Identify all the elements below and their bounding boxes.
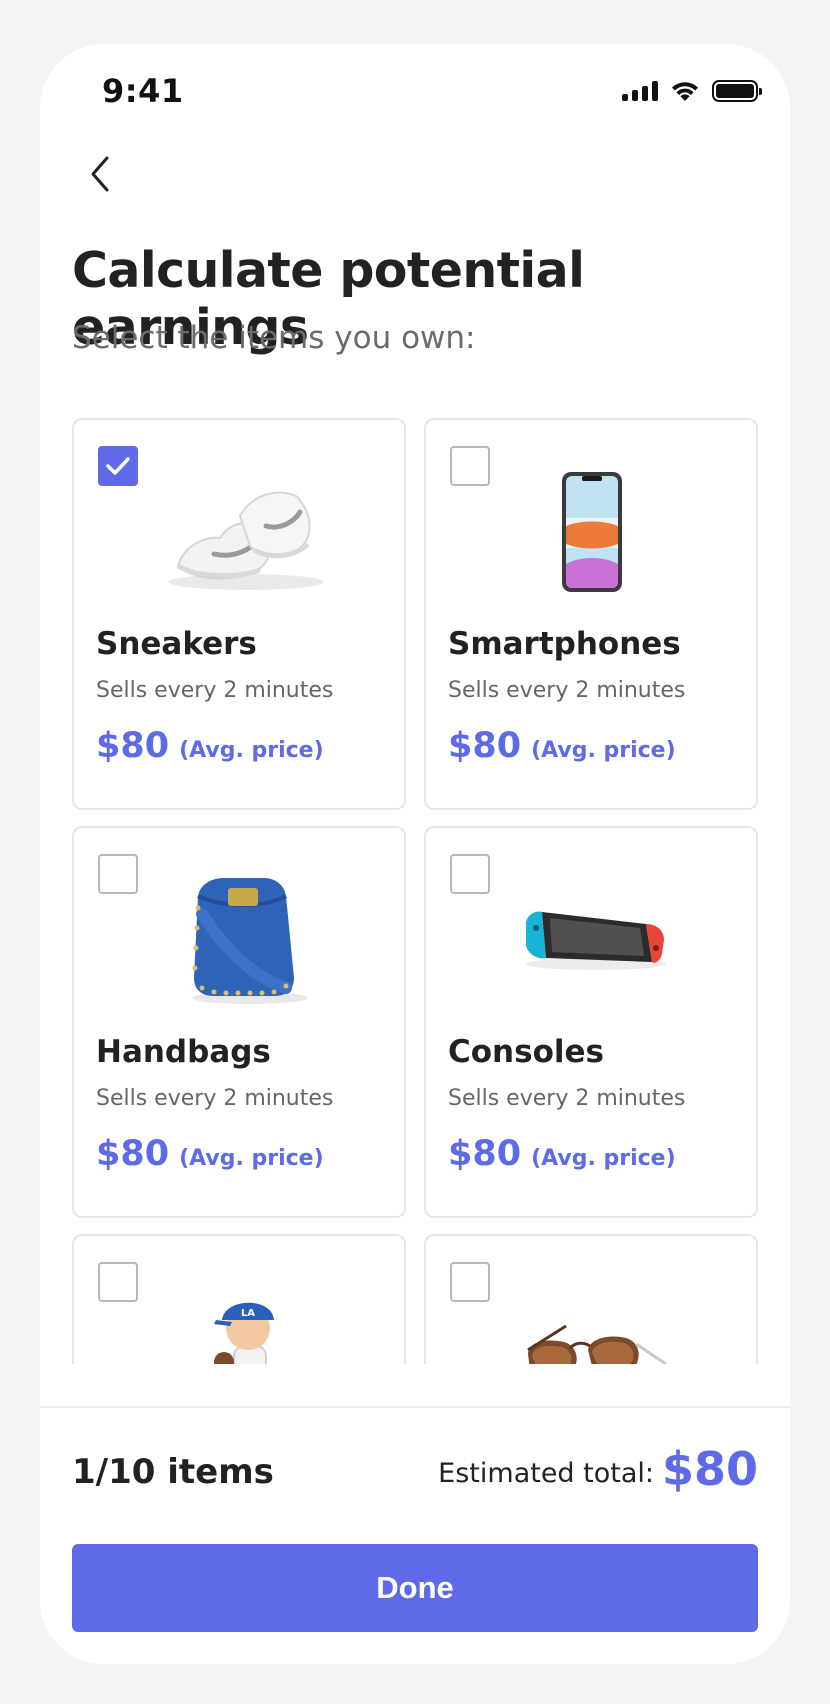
item-price: $80 (Avg. price) — [448, 726, 676, 766]
item-sell-rate: Sells every 2 minutes — [448, 678, 686, 703]
item-checkbox[interactable] — [98, 854, 138, 894]
item-checkbox[interactable] — [450, 854, 490, 894]
sneakers-image — [168, 491, 324, 590]
checkmark-icon — [106, 457, 130, 475]
done-button[interactable]: Done — [72, 1544, 758, 1632]
bobblehead-figure-image: LA — [214, 1302, 274, 1364]
console-image — [526, 911, 666, 970]
item-price: $80 (Avg. price) — [96, 1134, 324, 1174]
item-sell-rate: Sells every 2 minutes — [96, 1086, 334, 1111]
item-price-note: (Avg. price) — [179, 738, 324, 763]
chevron-left-icon — [91, 156, 109, 192]
item-price-value: $80 — [448, 726, 522, 766]
cellular-signal-icon — [622, 81, 658, 101]
item-price-value: $80 — [448, 1134, 522, 1174]
sunglasses-image — [527, 1324, 667, 1364]
item-price-value: $80 — [96, 1134, 170, 1174]
item-checkbox[interactable] — [450, 446, 490, 486]
phone-frame: 9:41 Calculate potential earnings Select… — [0, 0, 830, 1704]
item-grid: Sneakers Sells every 2 minutes $80 (Avg.… — [72, 418, 758, 1364]
item-checkbox[interactable] — [450, 1262, 490, 1302]
summary-footer: 1/10 items Estimated total: $80 Done — [40, 1406, 790, 1664]
item-price-note: (Avg. price) — [531, 738, 676, 763]
page-subtitle: Select the items you own: — [72, 320, 476, 356]
status-time: 9:41 — [102, 72, 184, 110]
item-checkbox[interactable] — [98, 446, 138, 486]
app-screen: 9:41 Calculate potential earnings Select… — [40, 44, 790, 1664]
item-card-figure[interactable]: LA — [72, 1234, 406, 1364]
item-price-value: $80 — [96, 726, 170, 766]
item-name: Sneakers — [96, 626, 257, 662]
wifi-icon — [672, 82, 698, 101]
battery-icon — [712, 80, 762, 102]
item-card-consoles[interactable]: Consoles Sells every 2 minutes $80 (Avg.… — [424, 826, 758, 1218]
item-price-note: (Avg. price) — [179, 1146, 324, 1171]
item-name: Handbags — [96, 1034, 271, 1070]
back-button[interactable] — [70, 144, 130, 204]
handbag-image — [192, 878, 308, 1004]
item-sell-rate: Sells every 2 minutes — [96, 678, 334, 703]
item-name: Consoles — [448, 1034, 604, 1070]
item-name: Smartphones — [448, 626, 681, 662]
smartphone-image — [562, 472, 622, 592]
item-checkbox[interactable] — [98, 1262, 138, 1302]
estimated-total-label: Estimated total: — [438, 1458, 654, 1489]
selected-count: 1/10 items — [72, 1452, 274, 1492]
item-card-smartphones[interactable]: Smartphones Sells every 2 minutes $80 (A… — [424, 418, 758, 810]
estimated-total-value: $80 — [661, 1442, 758, 1496]
item-card-sneakers[interactable]: Sneakers Sells every 2 minutes $80 (Avg.… — [72, 418, 406, 810]
item-card-handbags[interactable]: Handbags Sells every 2 minutes $80 (Avg.… — [72, 826, 406, 1218]
item-price: $80 (Avg. price) — [448, 1134, 676, 1174]
status-icons — [622, 80, 762, 102]
item-price-note: (Avg. price) — [531, 1146, 676, 1171]
status-bar: 9:41 — [40, 44, 790, 144]
svg-text:LA: LA — [241, 1308, 255, 1319]
item-sell-rate: Sells every 2 minutes — [448, 1086, 686, 1111]
item-price: $80 (Avg. price) — [96, 726, 324, 766]
item-card-sunglasses[interactable] — [424, 1234, 758, 1364]
